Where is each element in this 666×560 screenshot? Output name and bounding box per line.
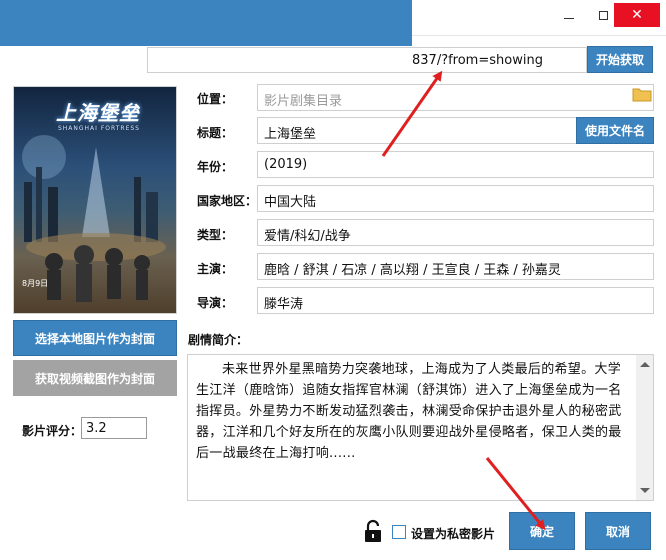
- private-label: 设置为私密影片: [411, 527, 496, 541]
- folder-icon[interactable]: [632, 86, 652, 102]
- region-label: 国家地区：: [197, 194, 258, 208]
- lock-icon: [365, 519, 381, 542]
- poster-title: 上海堡垒: [56, 101, 140, 125]
- use-filename-button[interactable]: 使用文件名: [576, 117, 654, 144]
- close-icon: ✕: [631, 7, 643, 23]
- scroll-down-icon[interactable]: [640, 488, 650, 493]
- year-label: 年份：: [197, 160, 234, 174]
- poster-subtitle: SHANGHAI FORTRESS: [57, 125, 140, 132]
- title-bar-accent: [0, 0, 412, 46]
- minimize-icon: [564, 17, 574, 19]
- location-placeholder: 影片剧集目录: [264, 94, 343, 109]
- year-input[interactable]: (2019): [257, 151, 654, 178]
- rating-label: 影片评分：: [22, 424, 83, 438]
- ok-button[interactable]: 确定: [509, 512, 575, 550]
- location-label: 位置：: [197, 92, 234, 106]
- synopsis-label: 剧情简介：: [188, 333, 249, 347]
- synopsis-scrollbar[interactable]: [636, 355, 653, 500]
- scroll-up-icon[interactable]: [640, 362, 650, 367]
- director-label: 导演：: [197, 296, 234, 310]
- close-button[interactable]: ✕: [614, 3, 660, 27]
- cast-label: 主演：: [197, 262, 234, 276]
- director-input[interactable]: 滕华涛: [257, 287, 654, 314]
- private-checkbox[interactable]: [392, 525, 406, 539]
- local-cover-button[interactable]: 选择本地图片作为封面: [13, 320, 177, 356]
- poster-date: 8月9日: [22, 279, 49, 288]
- synopsis-textarea[interactable]: 未来世界外星黑暗势力突袭地球，上海成为了人类最后的希望。大学生江洋（鹿晗饰）追随…: [187, 354, 654, 501]
- url-input[interactable]: 837/?from=showing: [147, 47, 587, 73]
- genre-label: 类型：: [197, 228, 234, 242]
- minimize-button[interactable]: [554, 3, 584, 27]
- synopsis-text: 未来世界外星黑暗势力突袭地球，上海成为了人类最后的希望。大学生江洋（鹿晗饰）追随…: [196, 362, 622, 461]
- region-input[interactable]: 中国大陆: [257, 185, 654, 212]
- maximize-icon: [598, 10, 608, 20]
- fetch-button[interactable]: 开始获取: [587, 46, 653, 73]
- video-cover-button[interactable]: 获取视频截图作为封面: [13, 360, 177, 396]
- genre-input[interactable]: 爱情/科幻/战争: [257, 219, 654, 246]
- poster-image: 上海堡垒 SHANGHAI FORTRESS 8月9日: [13, 86, 177, 314]
- title-input[interactable]: 上海堡垒: [257, 117, 577, 144]
- rating-input[interactable]: 3.2: [81, 417, 147, 439]
- cast-input[interactable]: 鹿晗 / 舒淇 / 石凉 / 高以翔 / 王宣良 / 王森 / 孙嘉灵: [257, 253, 654, 280]
- location-input[interactable]: 影片剧集目录: [257, 84, 654, 111]
- title-bar: ✕: [0, 0, 666, 46]
- cancel-button[interactable]: 取消: [585, 512, 651, 550]
- title-label: 标题：: [197, 126, 234, 140]
